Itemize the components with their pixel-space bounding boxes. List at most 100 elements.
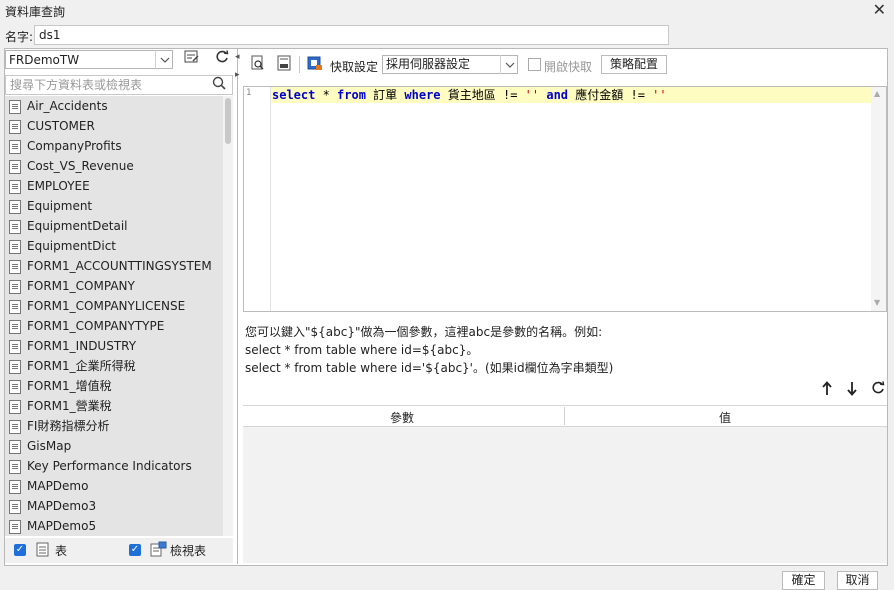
expand-arrow-icon[interactable]: ▸ xyxy=(235,70,240,80)
refresh-icon[interactable] xyxy=(212,50,232,69)
editor-scrollbar[interactable] xyxy=(871,87,886,311)
table-icon xyxy=(9,160,21,174)
refresh-params-icon[interactable] xyxy=(871,381,885,398)
cache-mode-select[interactable]: 採用伺服器設定 xyxy=(382,55,518,74)
table-list-item[interactable]: FORM1_營業稅 xyxy=(5,396,223,416)
sql-token: 貨主地區 != xyxy=(440,88,525,102)
table-list-item[interactable]: CompanyProfits xyxy=(5,136,223,156)
name-input[interactable]: ds1 xyxy=(34,25,669,45)
view-icon xyxy=(150,541,167,560)
table-list-item[interactable]: FORM1_ACCOUNTTINGSYSTEM xyxy=(5,256,223,276)
sql-string: '' xyxy=(524,88,540,102)
table-icon xyxy=(9,400,21,414)
scroll-down-icon[interactable]: ▼ xyxy=(874,298,880,307)
table-name: EquipmentDetail xyxy=(27,219,128,233)
table-name: GisMap xyxy=(27,439,72,453)
edit-connection-icon[interactable] xyxy=(182,50,202,69)
title-bar xyxy=(0,0,894,20)
search-icon[interactable] xyxy=(212,76,226,94)
table-list-item[interactable]: EquipmentDict xyxy=(5,236,223,256)
table-list-item[interactable]: Cost_VS_Revenue xyxy=(5,156,223,176)
move-down-icon[interactable] xyxy=(846,381,858,399)
table-icon xyxy=(9,520,21,534)
view-filter-label: 檢視表 xyxy=(170,544,207,558)
params-table-body xyxy=(243,427,887,563)
collapse-arrow-icon[interactable]: ◂ xyxy=(235,52,240,62)
list-scrollbar-thumb[interactable] xyxy=(225,98,231,144)
table-list-item[interactable]: EquipmentDetail xyxy=(5,216,223,236)
editor-gutter xyxy=(244,87,271,311)
toolbar-divider xyxy=(299,56,300,73)
table-list-item[interactable]: FORM1_企業所得稅 xyxy=(5,356,223,376)
table-list-item[interactable]: FORM1_增值稅 xyxy=(5,376,223,396)
preview-icon[interactable] xyxy=(248,55,268,74)
value-column-header: 值 xyxy=(719,411,732,425)
table-name: EquipmentDict xyxy=(27,239,117,253)
table-icon xyxy=(9,380,21,394)
close-icon[interactable]: ✕ xyxy=(873,0,886,19)
param-hint-line: 您可以鍵入"${abc}"做為一個參數，這裡abc是參數的名稱。例如: xyxy=(245,325,603,339)
table-name: EMPLOYEE xyxy=(27,179,90,193)
param-hint-line: select * from table where id='${abc}'。(如… xyxy=(245,361,614,375)
datasource-select[interactable]: FRDemoTW xyxy=(5,50,173,69)
move-up-icon[interactable] xyxy=(821,381,833,399)
table-icon xyxy=(9,180,21,194)
params-table-header xyxy=(243,405,887,427)
table-name: FORM1_COMPANYTYPE xyxy=(27,319,165,333)
sql-token: * xyxy=(315,88,338,102)
enable-cache-checkbox[interactable] xyxy=(528,58,541,71)
sql-text[interactable]: select * from 訂單 where 貨主地區 != '' and 應付… xyxy=(272,87,667,103)
table-icon xyxy=(9,100,21,114)
list-scrollbar[interactable] xyxy=(223,96,233,536)
sql-token: 訂單 xyxy=(365,88,405,102)
table-icon xyxy=(9,120,21,134)
sql-file-icon[interactable] xyxy=(274,55,294,74)
table-name: Key Performance Indicators xyxy=(27,459,192,473)
table-icon xyxy=(9,480,21,494)
table-icon xyxy=(9,220,21,234)
table-search-input[interactable]: 搜尋下方資料表或檢視表 xyxy=(5,75,233,95)
column-divider[interactable] xyxy=(564,407,565,425)
table-list-item[interactable]: EMPLOYEE xyxy=(5,176,223,196)
sql-keyword: and xyxy=(546,88,569,102)
table-name: FORM1_ACCOUNTTINGSYSTEM xyxy=(27,259,212,273)
ok-button[interactable]: 確定 xyxy=(782,571,825,590)
table-list-item[interactable]: Equipment xyxy=(5,196,223,216)
table-icon xyxy=(9,460,21,474)
enable-cache-label: 開啟快取 xyxy=(544,60,593,74)
table-icon xyxy=(9,240,21,254)
sql-token: 應付金額 != xyxy=(568,88,653,102)
table-icon xyxy=(9,140,21,154)
sql-editor[interactable] xyxy=(243,86,887,312)
scroll-up-icon[interactable]: ▲ xyxy=(874,89,880,98)
chevron-down-icon[interactable] xyxy=(155,50,174,69)
table-list-item[interactable]: Key Performance Indicators xyxy=(5,456,223,476)
sql-keyword: where xyxy=(404,88,441,102)
table-list-item[interactable]: MAPDemo5 xyxy=(5,516,223,536)
table-icon xyxy=(9,260,21,274)
table-list-item[interactable]: Air_Accidents xyxy=(5,96,223,116)
table-filter-checkbox[interactable]: ✓ xyxy=(14,544,26,556)
sql-keyword: from xyxy=(337,88,366,102)
table-name: MAPDemo5 xyxy=(27,519,97,533)
table-list-item[interactable]: MAPDemo xyxy=(5,476,223,496)
chevron-down-icon[interactable] xyxy=(500,55,519,74)
table-list-item[interactable]: MAPDemo3 xyxy=(5,496,223,516)
table-icon xyxy=(9,360,21,374)
table-name: MAPDemo3 xyxy=(27,499,97,513)
view-filter-checkbox[interactable]: ✓ xyxy=(129,544,141,556)
strategy-config-button[interactable]: 策略配置 xyxy=(601,55,667,74)
table-list-item[interactable]: FORM1_COMPANYLICENSE xyxy=(5,296,223,316)
table-list-item[interactable]: FORM1_INDUSTRY xyxy=(5,336,223,356)
table-list-item[interactable]: FI財務指標分析 xyxy=(5,416,223,436)
table-icon xyxy=(9,320,21,334)
table-list-item[interactable]: GisMap xyxy=(5,436,223,456)
table-list-item[interactable]: CUSTOMER xyxy=(5,116,223,136)
table-name: MAPDemo xyxy=(27,479,89,493)
table-list-item[interactable]: FORM1_COMPANYTYPE xyxy=(5,316,223,336)
table-name: FORM1_企業所得稅 xyxy=(27,359,136,373)
table-list-item[interactable]: FORM1_COMPANY xyxy=(5,276,223,296)
cancel-button[interactable]: 取消 xyxy=(837,571,878,590)
sql-keyword: select xyxy=(272,88,316,102)
table-icon xyxy=(9,280,21,294)
